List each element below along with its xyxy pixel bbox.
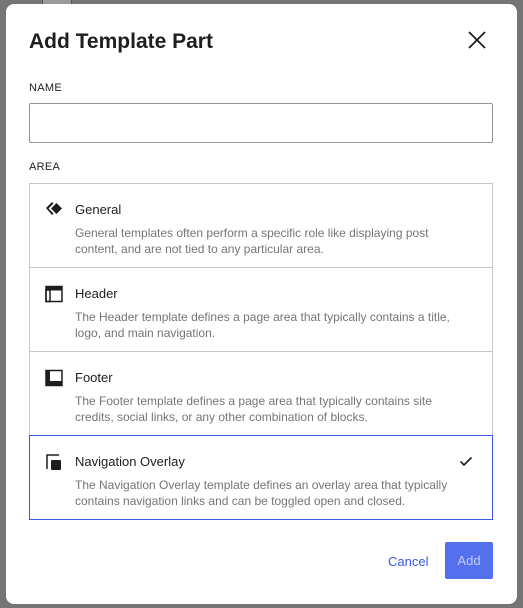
option-name: General <box>75 202 122 217</box>
footer-icon <box>45 369 63 387</box>
option-name: Footer <box>75 370 113 385</box>
close-button[interactable] <box>463 26 491 54</box>
checkmark-icon <box>459 456 473 467</box>
option-name: Header <box>75 286 118 301</box>
name-input[interactable] <box>29 103 493 143</box>
close-icon <box>468 31 486 49</box>
name-label: NAME <box>29 82 62 94</box>
modal-title: Add Template Part <box>29 30 213 53</box>
area-label: AREA <box>29 161 61 173</box>
option-description: General templates often perform a specif… <box>75 226 429 256</box>
area-option-footer[interactable]: Footer The Footer template defines a pag… <box>29 351 493 436</box>
area-option-header[interactable]: Header The Header template defines a pag… <box>29 267 493 352</box>
add-template-part-modal: Add Template Part NAME AREA General Gene… <box>6 4 517 604</box>
navigation-overlay-icon <box>46 454 61 470</box>
area-option-general[interactable]: General General templates often perform … <box>29 183 493 268</box>
area-options-list: General General templates often perform … <box>29 183 493 520</box>
option-description: The Header template defines a page area … <box>75 310 450 340</box>
option-description: The Navigation Overlay template defines … <box>75 478 448 508</box>
option-name: Navigation Overlay <box>75 454 185 469</box>
area-option-navigation-overlay[interactable]: Navigation Overlay The Navigation Overla… <box>29 435 493 520</box>
symbol-icon <box>46 202 62 215</box>
cancel-button[interactable]: Cancel <box>382 543 434 579</box>
header-icon <box>45 285 63 303</box>
add-button[interactable]: Add <box>445 542 493 579</box>
option-description: The Footer template defines a page area … <box>75 394 432 424</box>
